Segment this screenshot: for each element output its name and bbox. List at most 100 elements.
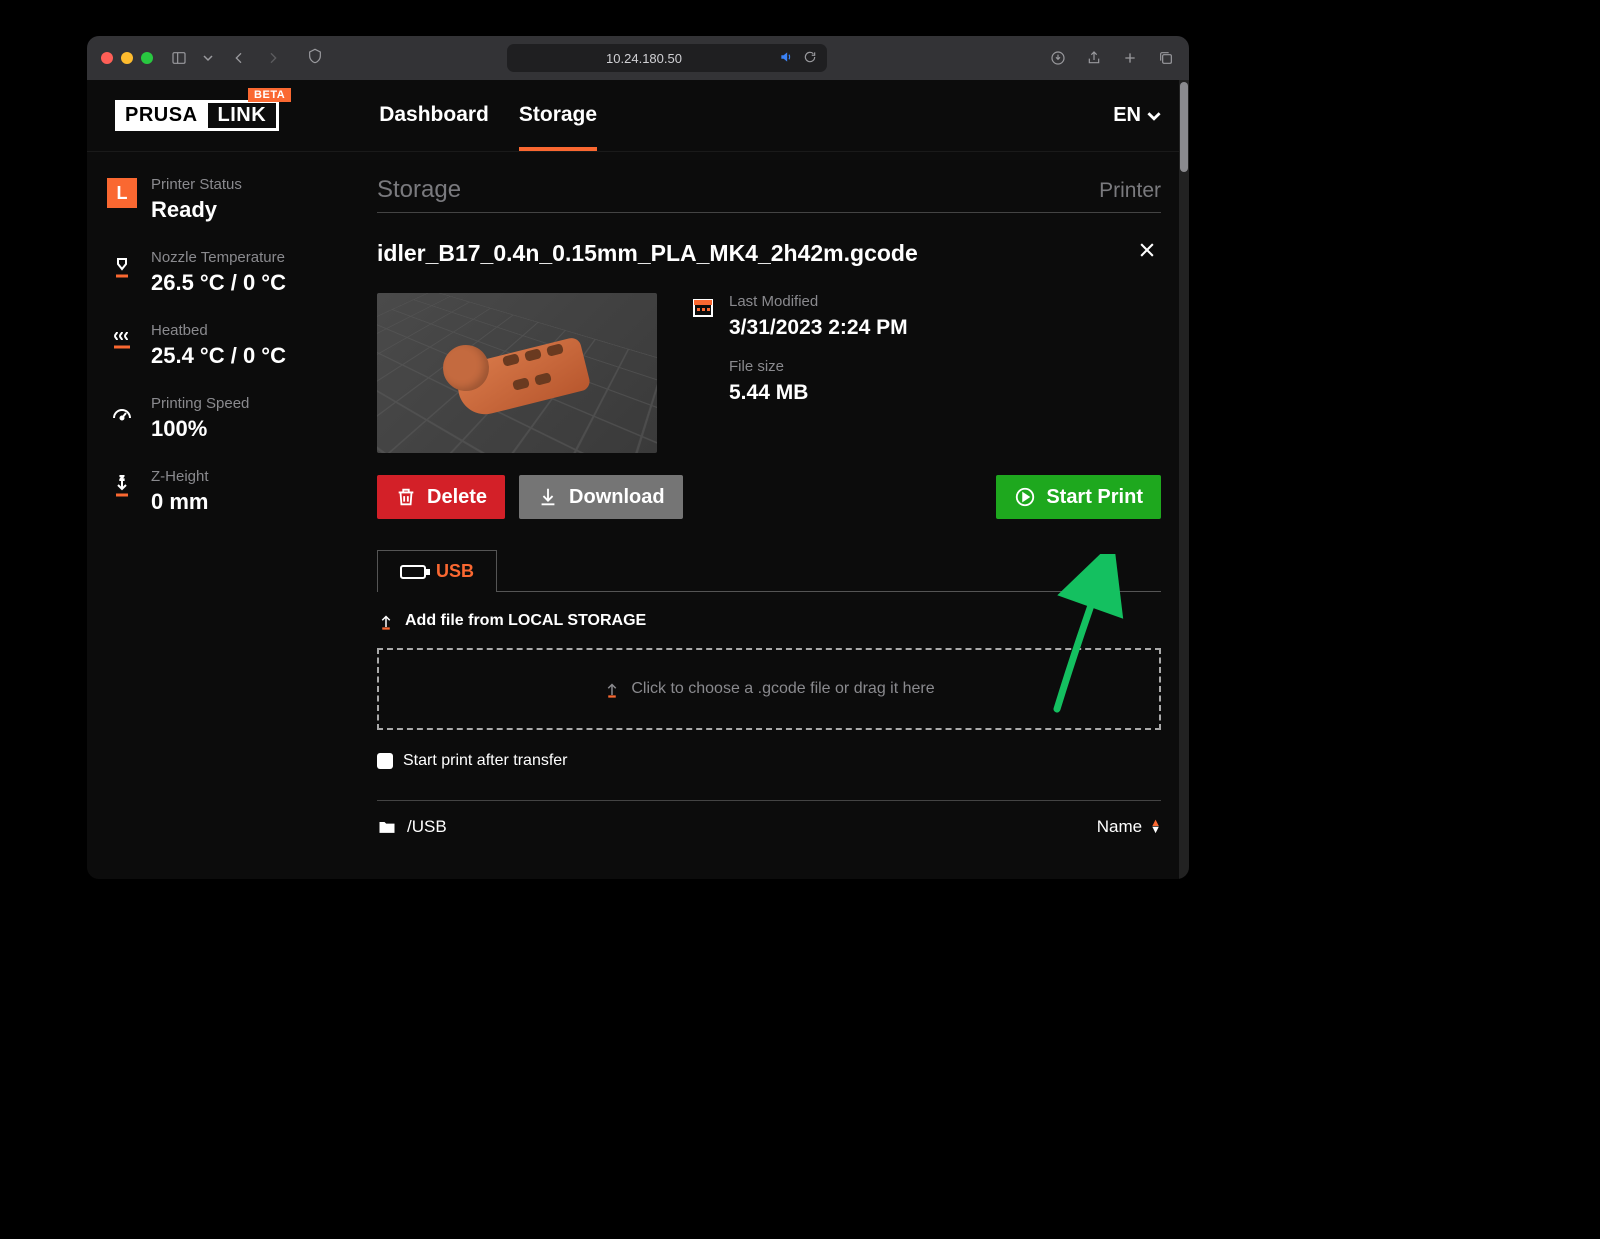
modified-value: 3/31/2023 2:24 PM	[729, 316, 908, 340]
tabs-overview-icon[interactable]	[1157, 48, 1175, 68]
close-file-button[interactable]	[1133, 235, 1161, 271]
speed-block: Printing Speed 100%	[107, 395, 357, 442]
delete-label: Delete	[427, 486, 487, 509]
modified-label: Last Modified	[729, 293, 908, 310]
page-title: Storage	[377, 176, 461, 204]
nav-storage[interactable]: Storage	[519, 81, 597, 151]
chevron-down-icon	[1147, 109, 1161, 123]
play-icon	[1014, 486, 1036, 508]
heatbed-label: Heatbed	[151, 322, 286, 339]
privacy-shield-icon[interactable]	[307, 48, 323, 69]
scrollbar-thumb[interactable]	[1180, 82, 1188, 172]
status-value: Ready	[151, 197, 242, 223]
nav-dashboard[interactable]: Dashboard	[379, 81, 489, 151]
traffic-lights	[101, 52, 153, 64]
app-header: PRUSA LINK BETA Dashboard Storage EN	[87, 80, 1189, 152]
audio-icon[interactable]	[779, 50, 793, 67]
printer-letter-badge: L	[107, 178, 137, 208]
file-details: Last Modified 3/31/2023 2:24 PM File siz…	[377, 293, 1161, 453]
back-button[interactable]	[227, 48, 251, 68]
speed-value: 100%	[151, 416, 249, 442]
sort-control[interactable]: Name ▲ ▼	[1097, 817, 1161, 837]
nozzle-temp-block: Nozzle Temperature 26.5 °C / 0 °C	[107, 249, 357, 296]
file-header: idler_B17_0.4n_0.15mm_PLA_MK4_2h42m.gcod…	[377, 235, 1161, 271]
path-text: /USB	[407, 817, 447, 837]
new-tab-icon[interactable]	[1121, 48, 1139, 68]
beta-badge: BETA	[248, 88, 291, 102]
tab-usb-label: USB	[436, 561, 474, 582]
printer-status-block: L Printer Status Ready	[107, 176, 357, 223]
nozzle-label: Nozzle Temperature	[151, 249, 286, 266]
filename: idler_B17_0.4n_0.15mm_PLA_MK4_2h42m.gcod…	[377, 240, 918, 267]
page-header: Storage Printer	[377, 176, 1161, 213]
delete-button[interactable]: Delete	[377, 475, 505, 519]
app-body: L Printer Status Ready Nozzle Temperatur…	[87, 152, 1189, 879]
maximize-window-button[interactable]	[141, 52, 153, 64]
action-buttons: Delete Download Start Print	[377, 475, 1161, 519]
language-selector[interactable]: EN	[1113, 104, 1161, 127]
download-button[interactable]: Download	[519, 475, 683, 519]
app-content: PRUSA LINK BETA Dashboard Storage EN L P…	[87, 80, 1189, 879]
logo[interactable]: PRUSA LINK BETA	[115, 100, 279, 131]
sort-arrows-icon: ▲ ▼	[1150, 820, 1161, 834]
address-bar[interactable]: 10.24.180.50	[507, 44, 827, 72]
minimize-window-button[interactable]	[121, 52, 133, 64]
trash-icon	[395, 486, 417, 508]
checkbox-label: Start print after transfer	[403, 752, 568, 770]
size-label: File size	[729, 358, 1161, 375]
dropzone[interactable]: Click to choose a .gcode file or drag it…	[377, 648, 1161, 730]
share-icon[interactable]	[1085, 48, 1103, 68]
tab-usb[interactable]: USB	[377, 550, 497, 592]
nozzle-icon	[107, 253, 137, 283]
logo-prusa: PRUSA	[115, 100, 208, 131]
download-icon	[537, 486, 559, 508]
dropzone-text: Click to choose a .gcode file or drag it…	[631, 680, 934, 698]
main-nav: Dashboard Storage	[379, 81, 597, 151]
add-file-label: Add file from LOCAL STORAGE	[405, 612, 646, 630]
close-window-button[interactable]	[101, 52, 113, 64]
download-label: Download	[569, 486, 665, 509]
zheight-value: 0 mm	[151, 489, 209, 515]
size-value: 5.44 MB	[729, 381, 1161, 405]
zheight-label: Z-Height	[151, 468, 209, 485]
scrollbar[interactable]	[1179, 80, 1189, 879]
sidebar: L Printer Status Ready Nozzle Temperatur…	[107, 176, 357, 879]
logo-link: LINK	[208, 100, 280, 131]
forward-button[interactable]	[261, 48, 285, 68]
browser-toolbar: 10.24.180.50	[87, 36, 1189, 80]
downloads-icon[interactable]	[1049, 48, 1067, 68]
speed-icon	[107, 399, 137, 429]
start-print-button[interactable]: Start Print	[996, 475, 1161, 519]
chevron-down-icon[interactable]	[203, 53, 213, 63]
file-preview	[377, 293, 657, 453]
language-label: EN	[1113, 104, 1141, 127]
nozzle-value: 26.5 °C / 0 °C	[151, 270, 286, 296]
page-subtitle: Printer	[1099, 179, 1161, 203]
storage-tabs: USB	[377, 549, 1161, 592]
sidebar-toggle-icon[interactable]	[167, 48, 191, 68]
status-label: Printer Status	[151, 176, 242, 193]
url-text: 10.24.180.50	[606, 51, 682, 66]
heatbed-value: 25.4 °C / 0 °C	[151, 343, 286, 369]
address-area: 10.24.180.50	[299, 44, 1035, 72]
usb-icon	[400, 565, 426, 579]
checkbox[interactable]	[377, 753, 393, 769]
file-meta: Last Modified 3/31/2023 2:24 PM File siz…	[691, 293, 1161, 453]
folder-icon	[377, 817, 397, 837]
zheight-icon: z	[107, 472, 137, 502]
svg-text:z: z	[120, 475, 124, 482]
calendar-icon	[691, 295, 715, 319]
reload-icon[interactable]	[803, 50, 817, 67]
sort-label: Name	[1097, 817, 1142, 837]
main-panel: Storage Printer idler_B17_0.4n_0.15mm_PL…	[377, 176, 1161, 879]
add-file-button[interactable]: Add file from LOCAL STORAGE	[377, 612, 1161, 630]
start-after-transfer-row[interactable]: Start print after transfer	[377, 752, 1161, 770]
browser-window: 10.24.180.50	[87, 36, 1189, 879]
heatbed-block: Heatbed 25.4 °C / 0 °C	[107, 322, 357, 369]
upload-arrow-icon	[603, 680, 621, 698]
heatbed-icon	[107, 326, 137, 356]
zheight-block: z Z-Height 0 mm	[107, 468, 357, 515]
upload-arrow-icon	[377, 612, 395, 630]
path-row: /USB Name ▲ ▼	[377, 800, 1161, 837]
start-label: Start Print	[1046, 486, 1143, 509]
